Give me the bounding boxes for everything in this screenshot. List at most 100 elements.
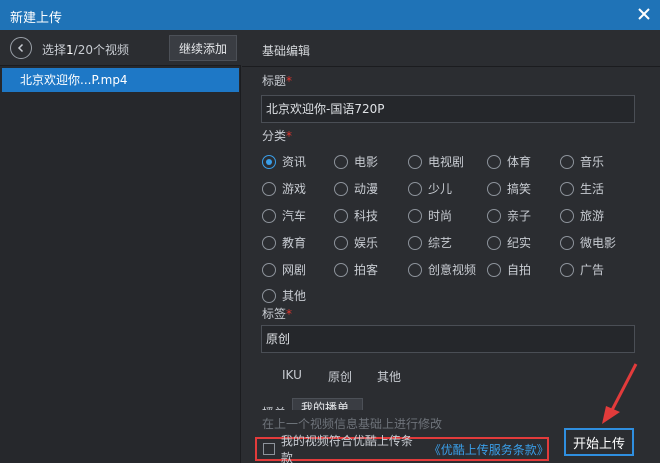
window-title: 新建上传 [10, 11, 63, 26]
annotation-arrow-icon [602, 363, 638, 424]
tag-suggestion-iku[interactable]: IKU [282, 368, 302, 382]
required-mark: * [286, 307, 293, 321]
title-bar: 新建上传 [0, 0, 660, 30]
radio-button-icon[interactable] [560, 262, 574, 277]
category-radio[interactable]: 网剧 [262, 261, 306, 278]
radio-button-icon[interactable] [487, 208, 501, 223]
category-radio-label: 资讯 [282, 155, 307, 169]
category-radio[interactable]: 自拍 [487, 261, 531, 278]
category-radio[interactable]: 汽车 [262, 207, 306, 224]
radio-button-icon[interactable] [262, 208, 276, 223]
count-suffix: /20个视频 [73, 43, 129, 57]
radio-button-icon[interactable] [560, 181, 574, 196]
radio-button-icon[interactable] [408, 181, 422, 196]
edit-hint: 在上一个视频信息基础上进行修改 [262, 417, 443, 431]
count-current: 1 [66, 43, 74, 57]
radio-button-icon[interactable] [487, 154, 501, 169]
category-radio[interactable]: 纪实 [487, 234, 531, 251]
category-radio-label: 时尚 [428, 209, 453, 223]
terms-checkbox[interactable] [263, 443, 275, 455]
category-radio[interactable]: 微电影 [560, 234, 616, 251]
radio-button-icon[interactable] [560, 154, 574, 169]
radio-button-icon[interactable] [560, 235, 574, 250]
title-label: 标题* [262, 72, 292, 89]
close-icon[interactable] [634, 4, 654, 24]
category-radio-label: 旅游 [580, 209, 605, 223]
add-more-button[interactable]: 继续添加 [169, 35, 237, 61]
category-radio-label: 体育 [507, 155, 532, 169]
title-label-text: 标题 [262, 74, 287, 88]
category-radio-label: 科技 [354, 209, 379, 223]
category-radio-label: 综艺 [428, 236, 453, 250]
category-label-text: 分类 [262, 129, 287, 143]
category-radio[interactable]: 时尚 [408, 207, 452, 224]
count-prefix: 选择 [42, 43, 67, 57]
category-radio[interactable]: 电影 [334, 153, 378, 170]
tags-label-text: 标签 [262, 307, 287, 321]
category-radio-label: 网剧 [282, 263, 307, 277]
category-radio[interactable]: 少儿 [408, 180, 452, 197]
file-list-item[interactable]: 北京欢迎你...P.mp4 [2, 68, 239, 92]
radio-button-icon[interactable] [262, 262, 276, 277]
category-radio[interactable]: 游戏 [262, 180, 306, 197]
tag-suggestion-original[interactable]: 原创 [328, 368, 352, 385]
category-radio-label: 少儿 [428, 182, 453, 196]
tag-suggestion-other[interactable]: 其他 [377, 368, 401, 385]
radio-button-icon[interactable] [334, 262, 348, 277]
category-radio[interactable]: 亲子 [487, 207, 531, 224]
category-radio[interactable]: 综艺 [408, 234, 452, 251]
radio-button-icon[interactable] [408, 235, 422, 250]
category-radio[interactable]: 生活 [560, 180, 604, 197]
radio-button-icon[interactable] [262, 181, 276, 196]
category-radio-label: 拍客 [354, 263, 379, 277]
tab-basic-edit[interactable]: 基础编辑 [262, 42, 310, 59]
category-radio[interactable]: 动漫 [334, 180, 378, 197]
radio-button-icon[interactable] [334, 154, 348, 169]
radio-button-icon[interactable] [408, 262, 422, 277]
radio-button-icon[interactable] [408, 208, 422, 223]
category-radio[interactable]: 电视剧 [408, 153, 464, 170]
category-radio[interactable]: 体育 [487, 153, 531, 170]
radio-button-icon[interactable] [487, 181, 501, 196]
terms-agreement[interactable]: 我的视频符合优酷上传条款 《优酷上传服务条款》 [255, 434, 549, 463]
category-radio[interactable]: 音乐 [560, 153, 604, 170]
radio-button-icon[interactable] [262, 288, 276, 303]
category-radio[interactable]: 搞笑 [487, 180, 531, 197]
terms-text: 我的视频符合优酷上传条款 [280, 434, 413, 463]
tags-input[interactable]: 原创 [261, 325, 635, 353]
category-radio-label: 娱乐 [354, 236, 379, 250]
category-radio-label: 教育 [282, 236, 307, 250]
radio-button-icon[interactable] [408, 154, 422, 169]
category-radio[interactable]: 娱乐 [334, 234, 378, 251]
radio-button-icon[interactable] [560, 208, 574, 223]
category-radio-label: 动漫 [354, 182, 379, 196]
category-radio[interactable]: 资讯 [262, 153, 306, 170]
category-radio-label: 自拍 [507, 263, 532, 277]
category-label: 分类* [262, 127, 292, 144]
category-radio[interactable]: 旅游 [560, 207, 604, 224]
start-upload-button[interactable]: 开始上传 [564, 428, 634, 456]
category-radio[interactable]: 教育 [262, 234, 306, 251]
terms-link[interactable]: 《优酷上传服务条款》 [429, 441, 549, 458]
category-radio[interactable]: 拍客 [334, 261, 378, 278]
category-radio[interactable]: 其他 [262, 287, 306, 304]
category-radio[interactable]: 科技 [334, 207, 378, 224]
category-radio-label: 微电影 [580, 236, 617, 250]
tags-label: 标签* [262, 305, 292, 322]
category-radio-label: 亲子 [507, 209, 532, 223]
required-mark: * [286, 74, 293, 88]
radio-button-icon[interactable] [334, 208, 348, 223]
radio-button-icon[interactable] [487, 262, 501, 277]
category-radio[interactable]: 广告 [560, 261, 604, 278]
required-mark: * [286, 129, 293, 143]
radio-button-icon[interactable] [487, 235, 501, 250]
category-radio-label: 创意视频 [428, 263, 477, 277]
radio-button-icon[interactable] [262, 235, 276, 250]
file-count: 选择1/20个视频 [42, 41, 129, 58]
radio-button-icon[interactable] [262, 154, 276, 169]
radio-button-icon[interactable] [334, 181, 348, 196]
category-radio[interactable]: 创意视频 [408, 261, 476, 278]
back-icon[interactable] [10, 37, 32, 59]
radio-button-icon[interactable] [334, 235, 348, 250]
title-input[interactable]: 北京欢迎你-国语720P [261, 95, 635, 123]
